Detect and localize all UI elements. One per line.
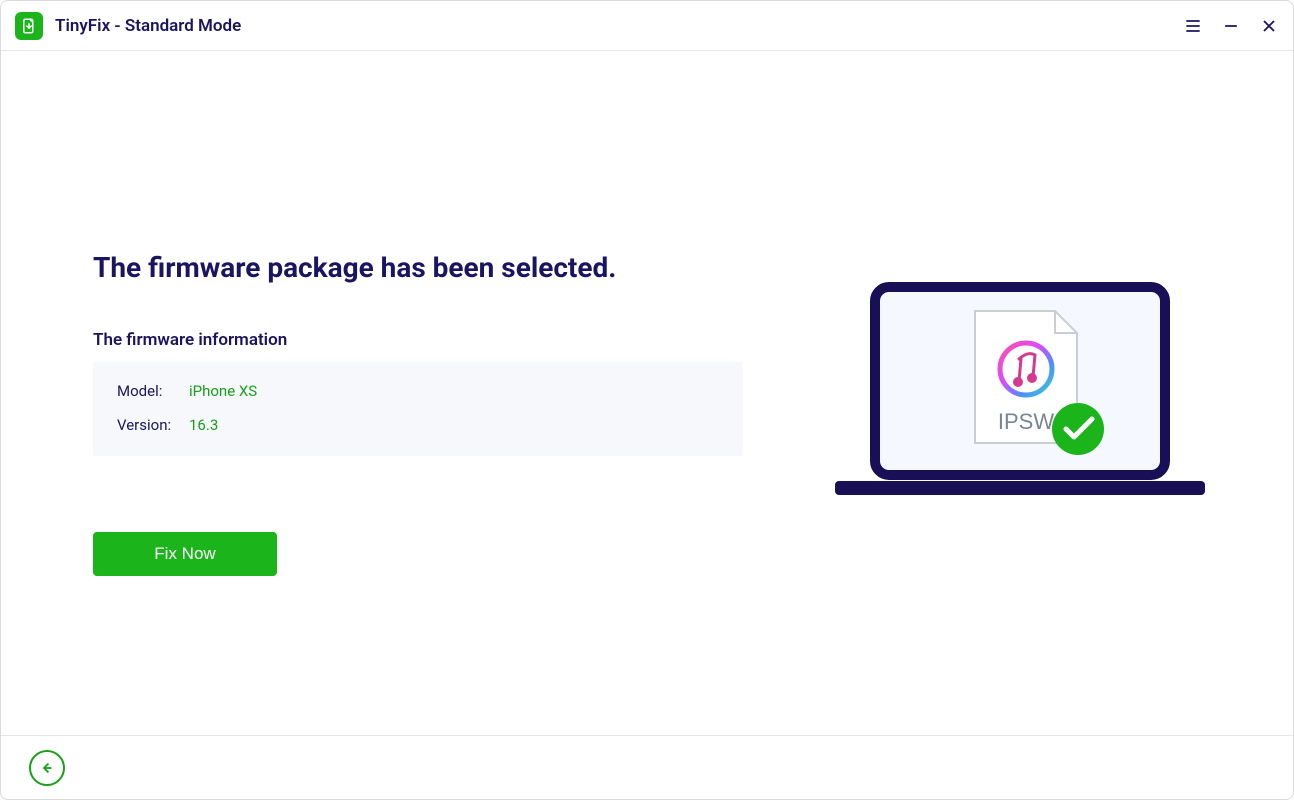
close-icon[interactable] [1259, 16, 1279, 36]
laptop-illustration: IPSW [835, 281, 1205, 506]
firmware-info-card: Model: iPhone XS Version: 16.3 [93, 362, 743, 456]
menu-icon[interactable] [1183, 16, 1203, 36]
left-column: The firmware package has been selected. … [93, 251, 753, 576]
model-value: iPhone XS [189, 382, 257, 400]
info-row-version: Version: 16.3 [117, 416, 719, 434]
app-title: TinyFix - Standard Mode [55, 16, 241, 36]
page-headline: The firmware package has been selected. [93, 251, 753, 284]
minimize-icon[interactable] [1221, 16, 1241, 36]
info-row-model: Model: iPhone XS [117, 382, 719, 400]
ipsw-label: IPSW [998, 409, 1054, 434]
titlebar-controls [1183, 16, 1279, 36]
version-value: 16.3 [189, 416, 218, 434]
footer-bar [1, 735, 1293, 799]
titlebar: TinyFix - Standard Mode [1, 1, 1293, 51]
app-logo-icon [15, 12, 43, 40]
model-label: Model: [117, 382, 189, 400]
app-window: TinyFix - Standard Mode The firmware pac… [0, 0, 1294, 800]
content-area: The firmware package has been selected. … [1, 51, 1293, 735]
firmware-info-heading: The firmware information [93, 330, 753, 350]
back-button[interactable] [29, 750, 65, 786]
fix-now-button[interactable]: Fix Now [93, 532, 277, 576]
version-label: Version: [117, 416, 189, 434]
